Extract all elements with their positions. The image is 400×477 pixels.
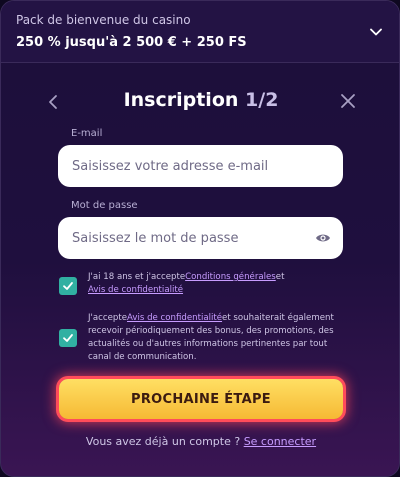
login-link[interactable]: Se connecter [244,435,316,448]
welcome-pack-label: Pack de bienvenue du casino [16,13,191,27]
marketing-checkbox[interactable] [59,329,77,347]
password-placeholder: Saisissez le mot de passe [72,230,239,246]
welcome-pack-banner[interactable]: Pack de bienvenue du casino 250 % jusqu'… [1,1,399,63]
checkmark-icon [63,334,73,342]
eye-icon[interactable] [315,230,331,246]
email-placeholder: Saisissez votre adresse e-mail [72,158,269,174]
welcome-pack-offer: 250 % jusqu'à 2 500 € + 250 FS [16,35,247,50]
terms-text-before: J'ai 18 ans et j'accepte [88,272,186,282]
step-indicator: 1/2 [245,89,279,111]
next-step-button[interactable]: PROCHAINE ÉTAPE [59,379,343,419]
marketing-privacy-link[interactable]: Avis de confidentialité [127,313,222,323]
marketing-text-before: J'accepte [88,313,128,323]
checkmark-icon [63,282,73,290]
privacy-link[interactable]: Avis de confidentialité [88,285,183,295]
close-icon[interactable] [339,92,357,110]
email-label: E-mail [71,128,103,139]
modal-header: Inscription 1/2 [1,89,399,115]
terms-checkbox[interactable] [59,277,77,295]
terms-consent-text: J'ai 18 ans et j'accepteConditions génér… [88,271,308,297]
terms-link[interactable]: Conditions générales [185,272,276,282]
chevron-down-icon[interactable] [369,25,383,39]
registration-modal: Pack de bienvenue du casino 250 % jusqu'… [0,0,400,477]
password-field[interactable]: Saisissez le mot de passe [58,217,343,259]
title-text: Inscription [123,89,239,111]
email-field[interactable]: Saisissez votre adresse e-mail [58,145,343,187]
marketing-consent-text: J'accepteAvis de confidentialitéet souha… [88,312,344,364]
terms-text-middle: et [275,272,285,282]
login-prompt: Vous avez déjà un compte ? Se connecter [1,435,399,448]
password-label: Mot de passe [71,200,138,211]
login-text: Vous avez déjà un compte ? [85,435,241,448]
